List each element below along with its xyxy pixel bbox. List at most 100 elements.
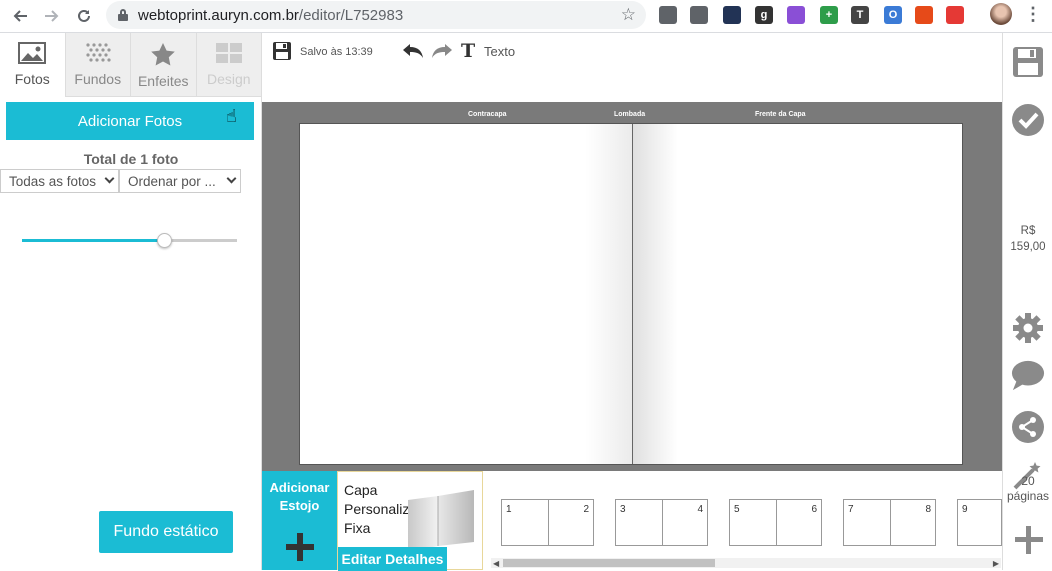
add-case-button[interactable]: Adicionar Estojo [262, 471, 337, 570]
fold-shadow-right [633, 124, 678, 464]
cover-spread[interactable] [299, 123, 963, 465]
chevron-down-icon [104, 173, 115, 184]
feather-ext-icon[interactable] [787, 6, 805, 24]
page-number-right: 2 [583, 504, 589, 515]
page-number-left: 3 [620, 504, 626, 515]
order-select-value: Ordenar por ... [128, 173, 216, 189]
price-label: R$ 159,00 [1003, 223, 1052, 255]
puzzle-ext-icon[interactable] [915, 6, 933, 24]
page-number-right: 8 [925, 504, 931, 515]
text-tool-label[interactable]: Texto [484, 44, 515, 59]
page-number-left: 1 [506, 504, 512, 515]
page-thumbnail[interactable]: 9 [957, 499, 1002, 546]
hand-cursor-icon: ☝ [226, 106, 237, 127]
tab-label: Fotos [14, 71, 50, 87]
orb-ext-icon[interactable] [723, 6, 741, 24]
page-thumbnail[interactable]: 12 [501, 499, 594, 546]
horizontal-scrollbar[interactable]: ◀ ▶ [491, 558, 1001, 568]
page-number-left: 7 [848, 504, 854, 515]
address-bar[interactable]: webtoprint.auryn.com.br/editor/L752983 ☆ [106, 1, 646, 29]
page-divider [890, 500, 891, 545]
page-number-left: 5 [734, 504, 740, 515]
check-icon[interactable] [1011, 103, 1045, 137]
chat-icon[interactable] [1011, 359, 1045, 393]
add-pages-icon[interactable] [1015, 526, 1043, 554]
plus-ext-icon[interactable]: + [820, 6, 838, 24]
tab-fundos[interactable]: Fundos [65, 33, 131, 97]
book-icon [408, 490, 474, 552]
gear-icon[interactable] [1011, 311, 1045, 345]
zoom-slider[interactable] [22, 233, 237, 248]
right-panel: R$ 159,00 20 páginas [1002, 33, 1052, 570]
page-thumbnail[interactable]: 78 [843, 499, 936, 546]
pattern-icon [86, 43, 111, 62]
star-icon [151, 43, 176, 66]
price-value: 159,00 [1010, 241, 1046, 253]
tab-label: Design [206, 71, 251, 87]
zoom-slider-fill [22, 239, 164, 242]
left-panel: Fotos Fundos Enfeites Design Adicionar F… [0, 33, 262, 570]
page-thumbnail[interactable]: 34 [615, 499, 708, 546]
page-count-value: 20 [1021, 474, 1035, 488]
opera-ext-icon[interactable]: O [884, 6, 902, 24]
filter-select[interactable]: Todas as fotos [0, 169, 119, 193]
saved-status: Salvo às 13:39 [300, 46, 373, 58]
fold-shadow-left [585, 124, 632, 464]
page-number-right: 6 [811, 504, 817, 515]
chevron-down-icon [226, 173, 237, 184]
redo-icon[interactable] [431, 42, 453, 60]
spine-label: Lombada [614, 111, 646, 118]
screenshot-ext-icon[interactable] [659, 6, 677, 24]
page-divider [776, 500, 777, 545]
currency-label: R$ [1020, 225, 1036, 237]
t-ext-icon[interactable]: T [851, 6, 869, 24]
page-count: 20 páginas [1003, 474, 1052, 504]
page-strip: Adicionar Estojo Capa Personalizada Fixa… [262, 471, 1002, 571]
static-background-button[interactable]: Fundo estático [99, 511, 233, 553]
text-tool-icon[interactable]: T [461, 40, 475, 62]
lock-icon [118, 9, 128, 21]
page-divider [662, 500, 663, 545]
scroll-right-icon[interactable]: ▶ [993, 559, 999, 568]
cover-thumbnail[interactable]: Capa Personalizada Fixa Editar Detalhes [337, 471, 483, 571]
front-cover-label: Frente da Capa [755, 111, 806, 118]
camera-ext-icon[interactable] [690, 6, 708, 24]
page-count-label: páginas [1006, 489, 1050, 503]
tab-enfeites[interactable]: Enfeites [131, 33, 197, 97]
page-number-left: 9 [962, 504, 968, 515]
browser-chrome: webtoprint.auryn.com.br/editor/L752983 ☆… [0, 0, 1052, 33]
filter-select-value: Todas as fotos [9, 173, 97, 189]
share-icon[interactable] [1011, 410, 1045, 444]
add-photos-button[interactable]: Adicionar Fotos [6, 102, 254, 140]
add-case-label: Adicionar Estojo [269, 480, 330, 513]
profile-avatar[interactable] [990, 3, 1012, 25]
layout-icon [215, 43, 242, 63]
reload-icon[interactable] [72, 4, 96, 28]
scroll-left-icon[interactable]: ◀ [493, 559, 499, 568]
tab-label: Enfeites [137, 73, 189, 89]
zoom-slider-thumb[interactable] [156, 233, 172, 248]
left-tabs: Fotos Fundos Enfeites Design [0, 33, 262, 97]
save-icon[interactable] [272, 41, 292, 61]
cross-ext-icon[interactable] [946, 6, 964, 24]
save-project-icon[interactable] [1011, 45, 1045, 79]
page-number-right: 4 [697, 504, 703, 515]
grammarly-ext-icon[interactable]: g [755, 6, 773, 24]
edit-details-button[interactable]: Editar Detalhes [338, 547, 447, 571]
editor-toolbar: Salvo às 13:39 T Texto [262, 33, 1002, 102]
page-thumbnail[interactable]: 56 [729, 499, 822, 546]
scrollbar-thumb[interactable] [503, 559, 715, 567]
back-icon[interactable] [8, 4, 32, 28]
total-photos-label: Total de 1 foto [83, 151, 179, 167]
image-icon [18, 42, 47, 64]
forward-icon[interactable] [40, 4, 64, 28]
tab-design[interactable]: Design [196, 33, 262, 97]
undo-icon[interactable] [402, 42, 424, 60]
plus-icon [286, 533, 314, 561]
tab-fotos[interactable]: Fotos [0, 33, 66, 97]
page-divider [548, 500, 549, 545]
bookmark-star-icon[interactable]: ☆ [621, 5, 636, 25]
browser-menu-icon[interactable]: ⋮ [1024, 4, 1042, 25]
order-select[interactable]: Ordenar por ... [119, 169, 241, 193]
back-cover-label: Contracapa [468, 111, 507, 118]
